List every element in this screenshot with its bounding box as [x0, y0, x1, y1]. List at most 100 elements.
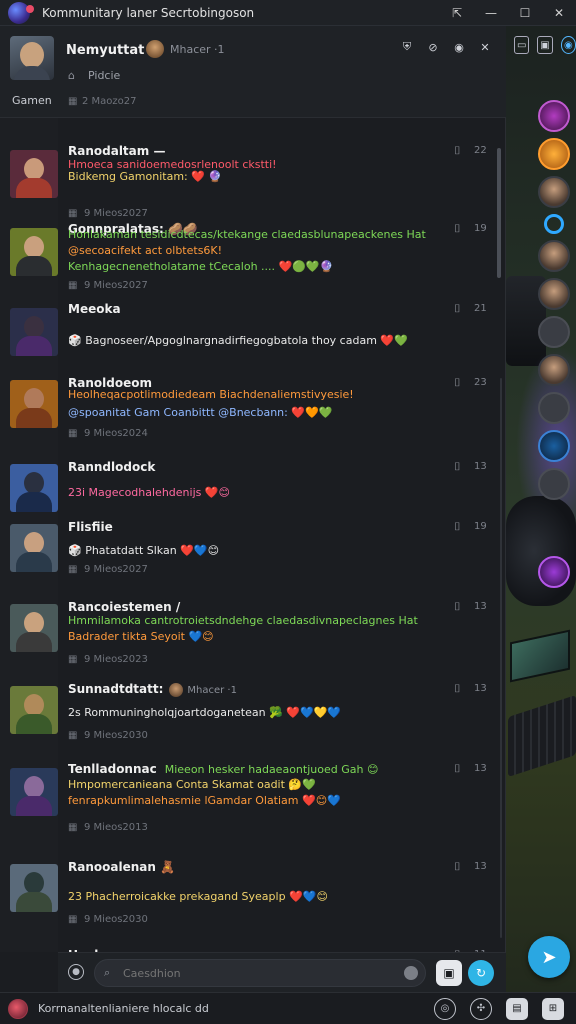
message-author[interactable]: Ranodaltam —: [68, 144, 165, 158]
reply-icon[interactable]: ⌷: [454, 222, 461, 236]
message-avatar[interactable]: [10, 524, 58, 572]
avatar-body: [16, 336, 52, 356]
eye-toggle-icon[interactable]: ◉: [560, 36, 576, 54]
calendar-icon: ▦: [68, 564, 78, 575]
reply-count: 13: [474, 861, 487, 872]
side-avatar-9[interactable]: [538, 430, 570, 462]
gamepad-icon[interactable]: ✣: [470, 997, 492, 1020]
side-avatar-1[interactable]: [538, 100, 570, 132]
message-avatar[interactable]: [10, 228, 58, 276]
side-avatar-2[interactable]: [538, 138, 570, 170]
bottom-bar: Korrnanaltenlianiere hlocalc dd ◎ ✣ ▤ ⊞: [0, 992, 576, 1024]
minimize-icon[interactable]: —: [474, 0, 508, 26]
reply-count: 21: [474, 303, 487, 314]
message-avatar[interactable]: [10, 864, 58, 912]
message-input[interactable]: [94, 959, 426, 987]
message-author[interactable]: Sunnadtdtatt: Mhacer ·1: [68, 682, 237, 697]
restore-icon[interactable]: ⇱: [440, 0, 474, 26]
side-avatar-7[interactable]: [538, 354, 570, 386]
avatar-head: [24, 158, 44, 180]
attach-icon[interactable]: ●: [68, 964, 84, 980]
close-icon[interactable]: ✕: [542, 0, 576, 26]
reply-icon[interactable]: ⌷: [454, 376, 461, 390]
link-icon[interactable]: ⊘: [426, 40, 440, 54]
message-text: Kenhagecnenetholatame tCecaloh .... ❤️🟢💚…: [68, 260, 334, 273]
message-text: Bidkemg Gamonitam: ❤️ 🔮: [68, 170, 223, 183]
chat-header: Nemyuttat Mhacer ·1 ⌂ Pidcie Gamen ▦ 2 M…: [0, 26, 506, 118]
shield-icon[interactable]: ⛨: [400, 40, 414, 54]
message-avatar[interactable]: [10, 308, 58, 356]
reply-icon[interactable]: ⌷: [454, 860, 461, 874]
eye-icon[interactable]: ◉: [452, 40, 466, 54]
side-avatar-10[interactable]: [538, 468, 570, 500]
header-username[interactable]: Nemyuttat: [66, 43, 144, 58]
search-icon: ⌕: [104, 966, 111, 979]
sidebar-toggle-icon[interactable]: ▣: [537, 36, 553, 54]
reply-icon[interactable]: ⌷: [454, 302, 461, 316]
message-avatar[interactable]: [10, 768, 58, 816]
controller-icon[interactable]: ⊞: [542, 997, 564, 1020]
side-avatar-column: [536, 100, 572, 588]
app-logo-icon: [8, 1, 34, 24]
headset-icon[interactable]: ◎: [434, 997, 456, 1020]
message-author[interactable]: Flisfiie: [68, 520, 113, 534]
side-avatar-5[interactable]: [538, 278, 570, 310]
bottom-bar-icons: ◎ ✣ ▤ ⊞: [434, 997, 564, 1020]
message-author[interactable]: Tenlladonnac Mieeon hesker hadaeaontjuoed…: [68, 762, 378, 776]
voice-button[interactable]: ↻: [468, 960, 494, 986]
message-author[interactable]: Meeoka: [68, 302, 121, 316]
message-date: 9 Mieos2027: [84, 208, 148, 219]
reply-count: 19: [474, 521, 487, 532]
scrollbar-thumb[interactable]: [497, 148, 501, 278]
message-text: 2s Rommuningholqjoartdoganetean 🥦 ❤️💙💛💙: [68, 706, 342, 719]
bottom-logo-icon: [8, 998, 28, 1019]
maximize-icon[interactable]: ☐: [508, 0, 542, 26]
emoji-icon[interactable]: [404, 966, 418, 980]
message-avatar[interactable]: [10, 380, 58, 428]
author-mini-avatar: [169, 682, 184, 697]
reply-count: 22: [474, 145, 487, 156]
reply-count: 23: [474, 377, 487, 388]
side-avatar-8[interactable]: [538, 392, 570, 424]
message-date: 9 Mieos2023: [84, 654, 148, 665]
side-avatar-6[interactable]: [538, 316, 570, 348]
reply-icon[interactable]: ⌷: [454, 762, 461, 776]
avatar-head: [24, 612, 44, 634]
side-avatar-11[interactable]: [538, 556, 570, 588]
send-fab-button[interactable]: ➤: [528, 936, 570, 978]
message-avatar[interactable]: [10, 150, 58, 198]
message-date: 9 Mieos2030: [84, 730, 148, 741]
message-author[interactable]: Ranooalenan 🧸: [68, 860, 175, 874]
message-avatar[interactable]: [10, 464, 58, 512]
background-laptop: [510, 629, 570, 683]
message-list[interactable]: Ranodaltam — Hmoeca sanidoemedosrlenoolt …: [0, 118, 506, 952]
expand-icon[interactable]: ✕: [478, 40, 492, 54]
scrollbar-track[interactable]: [500, 378, 502, 938]
message-author[interactable]: Ranndlodock: [68, 460, 155, 474]
chat-icon[interactable]: ▤: [506, 997, 528, 1020]
calendar-icon: ▦: [68, 654, 78, 665]
message-text: Honlakaman tesidicdtecas/ktekange claeda…: [68, 228, 426, 241]
reply-icon[interactable]: ⌷: [454, 520, 461, 534]
reply-icon[interactable]: ⌷: [454, 460, 461, 474]
message-author[interactable]: Rancoiestemen /: [68, 600, 180, 614]
header-avatar[interactable]: [10, 36, 54, 80]
right-toolbar: ▭ ▣ ◉: [508, 30, 576, 60]
avatar-head: [24, 316, 44, 338]
reply-icon[interactable]: ⌷: [454, 144, 461, 158]
avatar-body: [16, 796, 52, 816]
reply-icon[interactable]: ⌷: [454, 600, 461, 614]
bottom-bar-text: Korrnanaltenlianiere hlocalc dd: [38, 1002, 209, 1015]
message-avatar[interactable]: [10, 686, 58, 734]
side-avatar-3[interactable]: [538, 176, 570, 208]
message-avatar[interactable]: [10, 604, 58, 652]
calendar-icon: ▦: [68, 208, 78, 219]
reply-icon[interactable]: ⌷: [454, 682, 461, 696]
avatar-body: [16, 632, 52, 652]
title-bar: Kommunitary laner Secrtobingoson ⇱ — ☐ ✕: [0, 0, 576, 26]
avatar-body: [16, 714, 52, 734]
window-title: Kommunitary laner Secrtobingoson: [42, 5, 255, 20]
image-button[interactable]: ▣: [436, 960, 462, 986]
side-avatar-4[interactable]: [538, 240, 570, 272]
panel-icon[interactable]: ▭: [514, 36, 530, 54]
